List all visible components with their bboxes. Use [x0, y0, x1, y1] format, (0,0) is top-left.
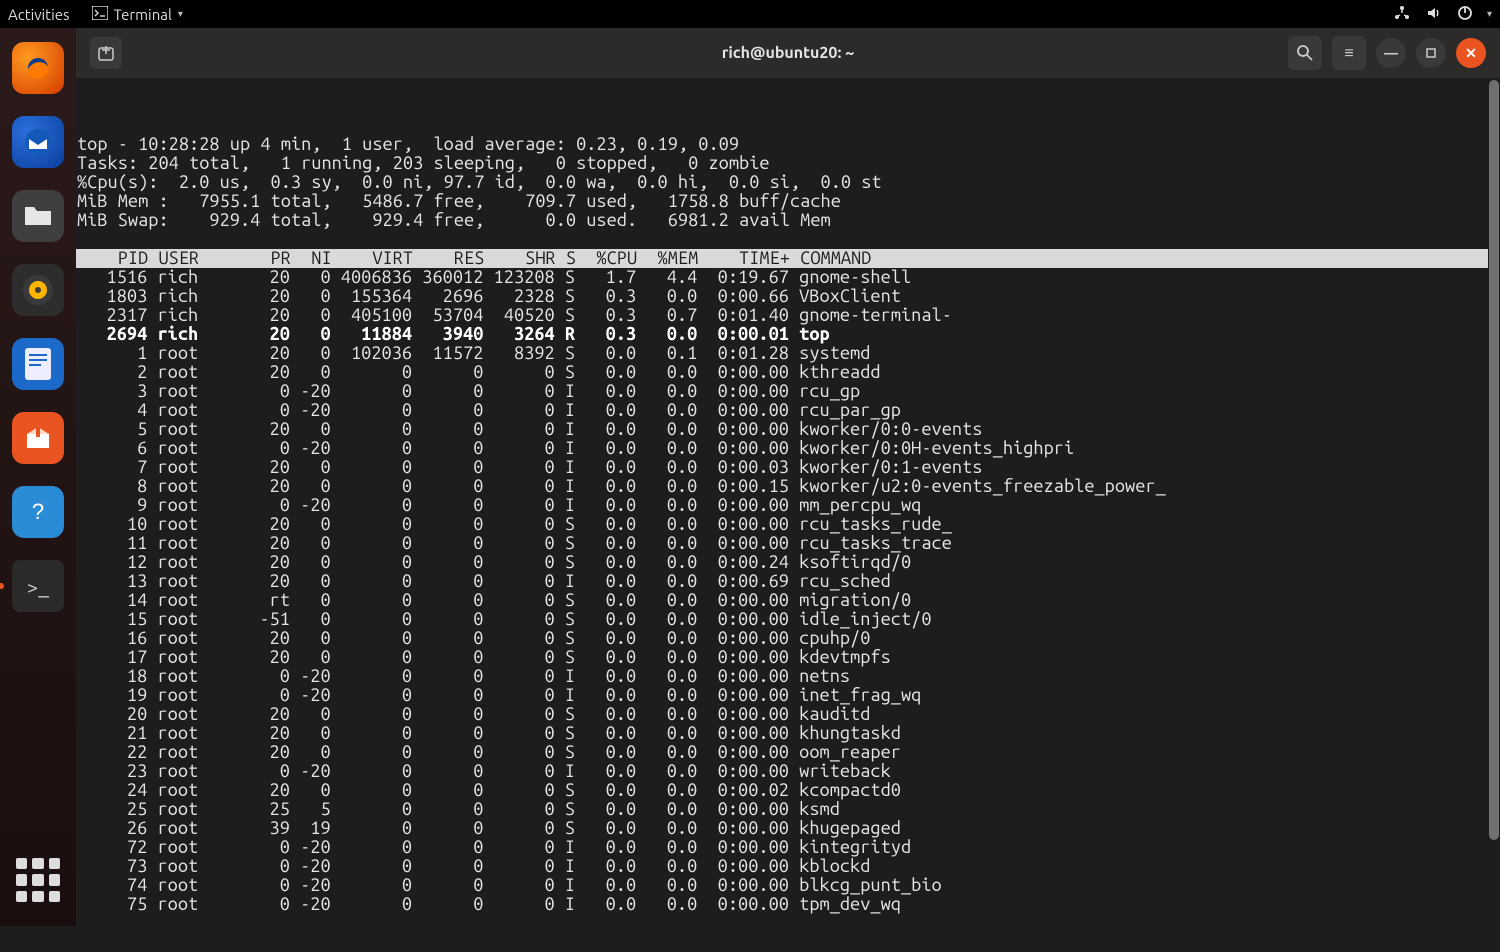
process-row: 3 root 0 -20 0 0 0 I 0.0 0.0 0:00.00 rcu… [76, 382, 1500, 401]
volume-icon[interactable] [1425, 5, 1443, 24]
terminal-output[interactable]: top - 10:28:28 up 4 min, 1 user, load av… [76, 78, 1500, 926]
process-row: 9 root 0 -20 0 0 0 I 0.0 0.0 0:00.00 mm_… [76, 496, 1500, 515]
power-icon[interactable] [1457, 5, 1473, 24]
process-row: 5 root 20 0 0 0 0 I 0.0 0.0 0:00.00 kwor… [76, 420, 1500, 439]
dock-files-icon[interactable] [12, 190, 64, 242]
dock-rhythmbox-icon[interactable] [12, 264, 64, 316]
svg-text:?: ? [32, 499, 44, 524]
dock-firefox-icon[interactable] [12, 42, 64, 94]
new-tab-button[interactable] [90, 37, 122, 69]
app-menu[interactable]: Terminal ▾ [92, 6, 183, 23]
search-button[interactable] [1288, 36, 1322, 70]
top-summary: top - 10:28:28 up 4 min, 1 user, load av… [76, 116, 1500, 249]
scrollbar-thumb[interactable] [1489, 80, 1499, 840]
window-titlebar: rich@ubuntu20: ~ ≡ — ✕ [76, 28, 1500, 78]
ubuntu-dock: ? >_ [0, 28, 76, 926]
process-row: 22 root 20 0 0 0 0 S 0.0 0.0 0:00.00 oom… [76, 743, 1500, 762]
top-process-list: 1516 rich 20 0 4006836 360012 123208 S 1… [76, 268, 1500, 914]
process-row: 10 root 20 0 0 0 0 S 0.0 0.0 0:00.00 rcu… [76, 515, 1500, 534]
process-row: 2694 rich 20 0 11884 3940 3264 R 0.3 0.0… [76, 325, 1500, 344]
process-row: 4 root 0 -20 0 0 0 I 0.0 0.0 0:00.00 rcu… [76, 401, 1500, 420]
dock-software-icon[interactable] [12, 412, 64, 464]
activities-button[interactable]: Activities [8, 6, 70, 23]
process-row: 2317 rich 20 0 405100 53704 40520 S 0.3 … [76, 306, 1500, 325]
process-row: 6 root 0 -20 0 0 0 I 0.0 0.0 0:00.00 kwo… [76, 439, 1500, 458]
maximize-button[interactable] [1416, 38, 1446, 68]
process-row: 7 root 20 0 0 0 0 I 0.0 0.0 0:00.03 kwor… [76, 458, 1500, 477]
process-row: 21 root 20 0 0 0 0 S 0.0 0.0 0:00.00 khu… [76, 724, 1500, 743]
dock-terminal-icon[interactable]: >_ [12, 560, 64, 612]
dock-help-icon[interactable]: ? [12, 486, 64, 538]
minimize-button[interactable]: — [1376, 38, 1406, 68]
hamburger-menu-button[interactable]: ≡ [1332, 36, 1366, 70]
chevron-down-icon[interactable]: ▾ [1487, 8, 1492, 20]
process-row: 25 root 25 5 0 0 0 S 0.0 0.0 0:00.00 ksm… [76, 800, 1500, 819]
process-row: 73 root 0 -20 0 0 0 I 0.0 0.0 0:00.00 kb… [76, 857, 1500, 876]
process-row: 19 root 0 -20 0 0 0 I 0.0 0.0 0:00.00 in… [76, 686, 1500, 705]
process-row: 13 root 20 0 0 0 0 I 0.0 0.0 0:00.69 rcu… [76, 572, 1500, 591]
process-row: 20 root 20 0 0 0 0 S 0.0 0.0 0:00.00 kau… [76, 705, 1500, 724]
process-row: 24 root 20 0 0 0 0 S 0.0 0.0 0:00.02 kco… [76, 781, 1500, 800]
process-row: 14 root rt 0 0 0 0 S 0.0 0.0 0:00.00 mig… [76, 591, 1500, 610]
chevron-down-icon: ▾ [178, 8, 183, 20]
network-icon[interactable] [1393, 5, 1411, 24]
process-row: 18 root 0 -20 0 0 0 I 0.0 0.0 0:00.00 ne… [76, 667, 1500, 686]
process-row: 2 root 20 0 0 0 0 S 0.0 0.0 0:00.00 kthr… [76, 363, 1500, 382]
process-row: 1803 rich 20 0 155364 2696 2328 S 0.3 0.… [76, 287, 1500, 306]
process-row: 15 root -51 0 0 0 0 S 0.0 0.0 0:00.00 id… [76, 610, 1500, 629]
close-button[interactable]: ✕ [1456, 38, 1486, 68]
process-row: 1 root 20 0 102036 11572 8392 S 0.0 0.1 … [76, 344, 1500, 363]
scrollbar[interactable] [1488, 78, 1500, 926]
show-applications-icon[interactable] [16, 858, 60, 902]
process-row: 17 root 20 0 0 0 0 S 0.0 0.0 0:00.00 kde… [76, 648, 1500, 667]
terminal-panel-icon [92, 6, 108, 23]
process-row: 23 root 0 -20 0 0 0 I 0.0 0.0 0:00.00 wr… [76, 762, 1500, 781]
process-row: 74 root 0 -20 0 0 0 I 0.0 0.0 0:00.00 bl… [76, 876, 1500, 895]
window-title: rich@ubuntu20: ~ [722, 44, 854, 62]
dock-thunderbird-icon[interactable] [12, 116, 64, 168]
process-row: 26 root 39 19 0 0 0 S 0.0 0.0 0:00.00 kh… [76, 819, 1500, 838]
process-row: 8 root 20 0 0 0 0 I 0.0 0.0 0:00.15 kwor… [76, 477, 1500, 496]
gnome-top-panel: Activities Terminal ▾ ▾ [0, 0, 1500, 28]
process-row: 16 root 20 0 0 0 0 S 0.0 0.0 0:00.00 cpu… [76, 629, 1500, 648]
top-header-row: PID USER PR NI VIRT RES SHR S %CPU %MEM … [76, 249, 1500, 268]
process-row: 1516 rich 20 0 4006836 360012 123208 S 1… [76, 268, 1500, 287]
dock-writer-icon[interactable] [12, 338, 64, 390]
process-row: 72 root 0 -20 0 0 0 I 0.0 0.0 0:00.00 ki… [76, 838, 1500, 857]
app-menu-label: Terminal [114, 6, 172, 23]
process-row: 12 root 20 0 0 0 0 S 0.0 0.0 0:00.24 kso… [76, 553, 1500, 572]
process-row: 11 root 20 0 0 0 0 S 0.0 0.0 0:00.00 rcu… [76, 534, 1500, 553]
process-row: 75 root 0 -20 0 0 0 I 0.0 0.0 0:00.00 tp… [76, 895, 1500, 914]
